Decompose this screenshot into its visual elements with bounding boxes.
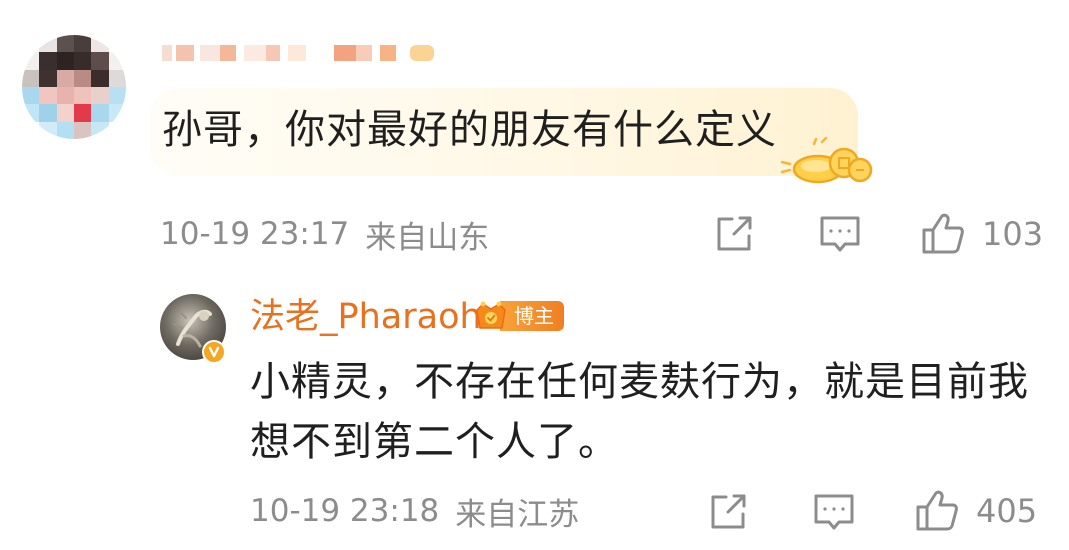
reply-like-count[interactable]: 405 <box>976 491 1037 531</box>
comment-meta: 10-19 23:17 来自山东 <box>160 214 490 256</box>
blogger-badge: 博主 <box>474 298 564 334</box>
replier-username[interactable]: 法老_Pharaoh <box>250 294 482 340</box>
comment-time: 10-19 23:17 <box>160 216 350 252</box>
comment-text: 孙哥，你对最好的朋友有什么定义 <box>162 107 777 153</box>
reply-time: 10-19 23:18 <box>250 493 440 529</box>
reply-location: 来自江苏 <box>455 496 580 533</box>
share-icon[interactable] <box>712 212 756 256</box>
comment-icon[interactable] <box>818 212 862 256</box>
thumbs-up-icon[interactable] <box>920 210 966 256</box>
comment-icon[interactable] <box>812 490 856 534</box>
share-icon[interactable] <box>706 490 750 534</box>
reply-text-line-2: 想不到第二个人了。 <box>250 419 619 465</box>
commenter-avatar-pixelated[interactable] <box>22 35 126 139</box>
reply-meta: 10-19 23:18 来自江苏 <box>250 491 580 533</box>
commenter-name-pixelated[interactable] <box>162 34 434 72</box>
verified-badge-icon <box>202 340 226 364</box>
comment-location: 来自山东 <box>365 219 490 256</box>
thumbs-up-icon[interactable] <box>914 487 960 533</box>
badge-label: 博主 <box>500 301 564 331</box>
crown-icon <box>476 301 506 329</box>
reply-text: 小精灵，不存在任何麦麸行为，就是目前我 想不到第二个人了。 <box>250 352 1050 472</box>
comment-like-count[interactable]: 103 <box>982 214 1043 254</box>
gold-coins-icon <box>780 136 873 184</box>
weibo-comment-thread: 孙哥，你对最好的朋友有什么定义 10-19 23:17 来自山东 103 法老_… <box>0 0 1069 550</box>
reply-text-line-1: 小精灵，不存在任何麦麸行为，就是目前我 <box>250 359 1029 405</box>
